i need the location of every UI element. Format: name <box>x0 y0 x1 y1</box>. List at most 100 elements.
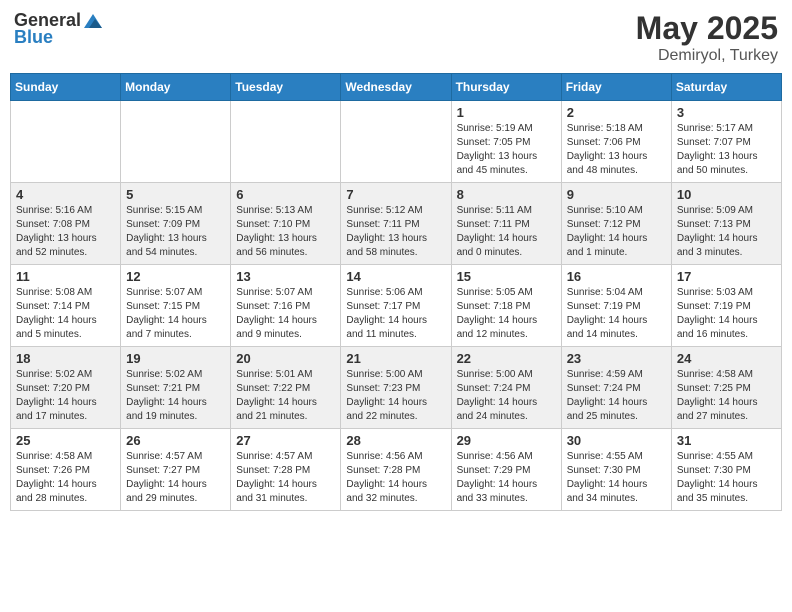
day-number: 25 <box>16 433 115 448</box>
day-number: 16 <box>567 269 666 284</box>
day-number: 5 <box>126 187 225 202</box>
day-info: Sunrise: 4:59 AMSunset: 7:24 PMDaylight:… <box>567 368 666 424</box>
day-info: Sunrise: 4:58 AMSunset: 7:26 PMDaylight:… <box>16 450 115 506</box>
calendar-cell: 6Sunrise: 5:13 AMSunset: 7:10 PMDaylight… <box>231 183 341 265</box>
day-number: 17 <box>677 269 776 284</box>
calendar-cell: 26 Sunrise: 4:57 AMSunset: 7:27 PMDayligh… <box>121 429 231 511</box>
day-info: Sunrise: 5:10 AMSunset: 7:12 PMDaylight:… <box>567 204 666 260</box>
day-number: 8 <box>457 187 556 202</box>
calendar-cell: 22 Sunrise: 5:00 AMSunset: 7:24 PMDayligh… <box>451 347 561 429</box>
weekday-header: Thursday <box>451 74 561 101</box>
calendar-cell <box>341 101 451 183</box>
calendar-cell: 29 Sunrise: 4:56 AMSunset: 7:29 PMDayligh… <box>451 429 561 511</box>
day-info: Sunrise: 5:01 AMSunset: 7:22 PMDaylight:… <box>236 368 335 424</box>
day-number: 31 <box>677 433 776 448</box>
day-info: Sunrise: 4:58 AMSunset: 7:25 PMDaylight:… <box>677 368 776 424</box>
calendar-cell: 5 Sunrise: 5:15 AMSunset: 7:09 PMDaylight… <box>121 183 231 265</box>
calendar-cell: 14 Sunrise: 5:06 AMSunset: 7:17 PMDayligh… <box>341 265 451 347</box>
calendar-cell: 21 Sunrise: 5:00 AMSunset: 7:23 PMDayligh… <box>341 347 451 429</box>
day-number: 22 <box>457 351 556 366</box>
calendar-cell: 10Sunrise: 5:09 AMSunset: 7:13 PMDayligh… <box>671 183 781 265</box>
logo: General Blue <box>14 10 105 48</box>
day-info: Sunrise: 5:18 AMSunset: 7:06 PMDaylight:… <box>567 122 666 178</box>
calendar-cell: 13 Sunrise: 5:07 AMSunset: 7:16 PMDayligh… <box>231 265 341 347</box>
day-number: 3 <box>677 105 776 120</box>
day-number: 7 <box>346 187 445 202</box>
day-info: Sunrise: 4:55 AMSunset: 7:30 PMDaylight:… <box>567 450 666 506</box>
calendar-table: SundayMondayTuesdayWednesdayThursdayFrid… <box>10 73 782 511</box>
calendar-cell <box>11 101 121 183</box>
logo-icon <box>82 12 104 30</box>
calendar-location: Demiryol, Turkey <box>636 47 778 65</box>
calendar-cell: 4Sunrise: 5:16 AMSunset: 7:08 PMDaylight… <box>11 183 121 265</box>
day-info: Sunrise: 5:00 AMSunset: 7:23 PMDaylight:… <box>346 368 445 424</box>
day-number: 15 <box>457 269 556 284</box>
day-info: Sunrise: 5:00 AMSunset: 7:24 PMDaylight:… <box>457 368 556 424</box>
day-number: 9 <box>567 187 666 202</box>
day-number: 4 <box>16 187 115 202</box>
day-number: 27 <box>236 433 335 448</box>
day-number: 2 <box>567 105 666 120</box>
title-block: May 2025 Demiryol, Turkey <box>636 10 778 65</box>
day-info: Sunrise: 5:15 AMSunset: 7:09 PMDaylight:… <box>126 204 225 260</box>
day-info: Sunrise: 5:04 AMSunset: 7:19 PMDaylight:… <box>567 286 666 342</box>
calendar-cell: 15 Sunrise: 5:05 AMSunset: 7:18 PMDayligh… <box>451 265 561 347</box>
day-number: 28 <box>346 433 445 448</box>
calendar-cell: 2 Sunrise: 5:18 AMSunset: 7:06 PMDaylight… <box>561 101 671 183</box>
calendar-week-row: 4Sunrise: 5:16 AMSunset: 7:08 PMDaylight… <box>11 183 782 265</box>
calendar-cell: 25 Sunrise: 4:58 AMSunset: 7:26 PMDayligh… <box>11 429 121 511</box>
day-info: Sunrise: 5:06 AMSunset: 7:17 PMDaylight:… <box>346 286 445 342</box>
day-info: Sunrise: 5:03 AMSunset: 7:19 PMDaylight:… <box>677 286 776 342</box>
day-info: Sunrise: 5:19 AMSunset: 7:05 PMDaylight:… <box>457 122 556 178</box>
calendar-week-row: 11 Sunrise: 5:08 AMSunset: 7:14 PMDayligh… <box>11 265 782 347</box>
day-info: Sunrise: 4:55 AMSunset: 7:30 PMDaylight:… <box>677 450 776 506</box>
weekday-header: Wednesday <box>341 74 451 101</box>
day-number: 24 <box>677 351 776 366</box>
day-number: 23 <box>567 351 666 366</box>
calendar-cell: 24 Sunrise: 4:58 AMSunset: 7:25 PMDayligh… <box>671 347 781 429</box>
weekday-header: Saturday <box>671 74 781 101</box>
calendar-cell: 19 Sunrise: 5:02 AMSunset: 7:21 PMDayligh… <box>121 347 231 429</box>
calendar-cell: 28Sunrise: 4:56 AMSunset: 7:28 PMDayligh… <box>341 429 451 511</box>
calendar-cell: 12 Sunrise: 5:07 AMSunset: 7:15 PMDayligh… <box>121 265 231 347</box>
day-number: 21 <box>346 351 445 366</box>
weekday-header: Monday <box>121 74 231 101</box>
day-number: 12 <box>126 269 225 284</box>
day-number: 18 <box>16 351 115 366</box>
day-info: Sunrise: 5:07 AMSunset: 7:15 PMDaylight:… <box>126 286 225 342</box>
calendar-cell: 20 Sunrise: 5:01 AMSunset: 7:22 PMDayligh… <box>231 347 341 429</box>
day-number: 13 <box>236 269 335 284</box>
day-info: Sunrise: 5:08 AMSunset: 7:14 PMDaylight:… <box>16 286 115 342</box>
page-header: General Blue May 2025 Demiryol, Turkey <box>10 10 782 65</box>
calendar-cell: 30Sunrise: 4:55 AMSunset: 7:30 PMDayligh… <box>561 429 671 511</box>
calendar-title: May 2025 <box>636 10 778 47</box>
day-info: Sunrise: 5:02 AMSunset: 7:20 PMDaylight:… <box>16 368 115 424</box>
calendar-cell: 16 Sunrise: 5:04 AMSunset: 7:19 PMDayligh… <box>561 265 671 347</box>
calendar-cell: 8 Sunrise: 5:11 AMSunset: 7:11 PMDaylight… <box>451 183 561 265</box>
day-info: Sunrise: 5:17 AMSunset: 7:07 PMDaylight:… <box>677 122 776 178</box>
day-info: Sunrise: 4:57 AMSunset: 7:27 PMDaylight:… <box>126 450 225 506</box>
day-number: 20 <box>236 351 335 366</box>
calendar-cell: 27Sunrise: 4:57 AMSunset: 7:28 PMDayligh… <box>231 429 341 511</box>
day-info: Sunrise: 4:56 AMSunset: 7:29 PMDaylight:… <box>457 450 556 506</box>
calendar-week-row: 1Sunrise: 5:19 AMSunset: 7:05 PMDaylight… <box>11 101 782 183</box>
calendar-cell <box>231 101 341 183</box>
day-info: Sunrise: 5:05 AMSunset: 7:18 PMDaylight:… <box>457 286 556 342</box>
day-info: Sunrise: 5:13 AMSunset: 7:10 PMDaylight:… <box>236 204 335 260</box>
day-info: Sunrise: 5:02 AMSunset: 7:21 PMDaylight:… <box>126 368 225 424</box>
day-number: 29 <box>457 433 556 448</box>
day-number: 14 <box>346 269 445 284</box>
day-info: Sunrise: 5:07 AMSunset: 7:16 PMDaylight:… <box>236 286 335 342</box>
day-info: Sunrise: 5:11 AMSunset: 7:11 PMDaylight:… <box>457 204 556 260</box>
day-info: Sunrise: 5:12 AMSunset: 7:11 PMDaylight:… <box>346 204 445 260</box>
weekday-header-row: SundayMondayTuesdayWednesdayThursdayFrid… <box>11 74 782 101</box>
day-number: 26 <box>126 433 225 448</box>
day-number: 11 <box>16 269 115 284</box>
calendar-cell <box>121 101 231 183</box>
day-info: Sunrise: 5:09 AMSunset: 7:13 PMDaylight:… <box>677 204 776 260</box>
calendar-cell: 23 Sunrise: 4:59 AMSunset: 7:24 PMDayligh… <box>561 347 671 429</box>
day-number: 19 <box>126 351 225 366</box>
calendar-cell: 11 Sunrise: 5:08 AMSunset: 7:14 PMDayligh… <box>11 265 121 347</box>
calendar-cell: 18 Sunrise: 5:02 AMSunset: 7:20 PMDayligh… <box>11 347 121 429</box>
calendar-cell: 17 Sunrise: 5:03 AMSunset: 7:19 PMDayligh… <box>671 265 781 347</box>
